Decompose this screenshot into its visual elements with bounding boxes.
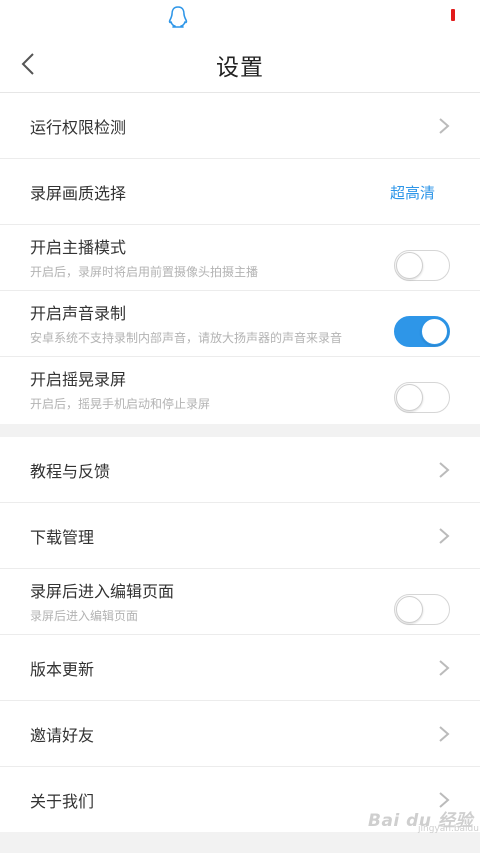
row-label: 录屏画质选择 <box>30 184 127 203</box>
video-quality-item[interactable]: 录屏画质选择 超高清 <box>0 159 480 225</box>
section-divider <box>0 424 480 437</box>
baidu-watermark-url: jingyan.baidu.com <box>418 824 480 834</box>
row-label: 运行权限检测 <box>30 118 127 137</box>
settings-section-2: 教程与反馈 下载管理 录屏后进入编辑页面 录屏后进入编辑页面 版本更新 邀请好友… <box>0 437 480 833</box>
shake-record-toggle[interactable] <box>394 382 450 413</box>
edit-after-record-item: 录屏后进入编辑页面 录屏后进入编辑页面 <box>0 569 480 635</box>
tutorial-feedback-item[interactable]: 教程与反馈 <box>0 437 480 503</box>
row-subtitle: 开启后，摇晃手机启动和停止录屏 <box>30 397 211 411</box>
row-subtitle: 录屏后进入编辑页面 <box>30 609 139 623</box>
row-subtitle: 安卓系统不支持录制内部声音，请放大扬声器的声音来录音 <box>30 331 343 345</box>
row-label: 录屏后进入编辑页面 <box>30 582 175 601</box>
chevron-right-icon <box>439 118 450 134</box>
row-label: 下载管理 <box>30 528 95 547</box>
row-label: 关于我们 <box>30 792 95 811</box>
row-label: 邀请好友 <box>30 726 95 745</box>
status-bar <box>0 0 480 34</box>
quality-value: 超高清 <box>389 184 435 202</box>
version-update-item[interactable]: 版本更新 <box>0 635 480 701</box>
download-manager-item[interactable]: 下载管理 <box>0 503 480 569</box>
audio-record-toggle[interactable] <box>394 316 450 347</box>
qq-penguin-icon <box>167 5 189 29</box>
page-title: 设置 <box>216 55 264 81</box>
bottom-spacer <box>0 832 480 853</box>
settings-section-1: 运行权限检测 录屏画质选择 超高清 开启主播模式 开启后，录屏时将启用前置摄像头… <box>0 93 480 423</box>
battery-icon <box>451 9 455 21</box>
permission-check-item[interactable]: 运行权限检测 <box>0 93 480 159</box>
audio-record-item: 开启声音录制 安卓系统不支持录制内部声音，请放大扬声器的声音来录音 <box>0 291 480 357</box>
row-label: 教程与反馈 <box>30 462 111 481</box>
shake-record-item: 开启摇晃录屏 开启后，摇晃手机启动和停止录屏 <box>0 357 480 423</box>
chevron-right-icon <box>439 462 450 478</box>
header-bar: 设置 <box>0 34 480 93</box>
chevron-right-icon <box>439 528 450 544</box>
anchor-mode-item: 开启主播模式 开启后，录屏时将启用前置摄像头拍摄主播 <box>0 225 480 291</box>
anchor-mode-toggle[interactable] <box>394 250 450 281</box>
edit-after-record-toggle[interactable] <box>394 594 450 625</box>
row-label: 开启主播模式 <box>30 238 127 257</box>
invite-friends-item[interactable]: 邀请好友 <box>0 701 480 767</box>
row-label: 版本更新 <box>30 660 95 679</box>
chevron-right-icon <box>439 660 450 676</box>
chevron-right-icon <box>439 726 450 742</box>
row-label: 开启摇晃录屏 <box>30 370 127 389</box>
row-subtitle: 开启后，录屏时将启用前置摄像头拍摄主播 <box>30 265 259 279</box>
row-label: 开启声音录制 <box>30 304 127 323</box>
